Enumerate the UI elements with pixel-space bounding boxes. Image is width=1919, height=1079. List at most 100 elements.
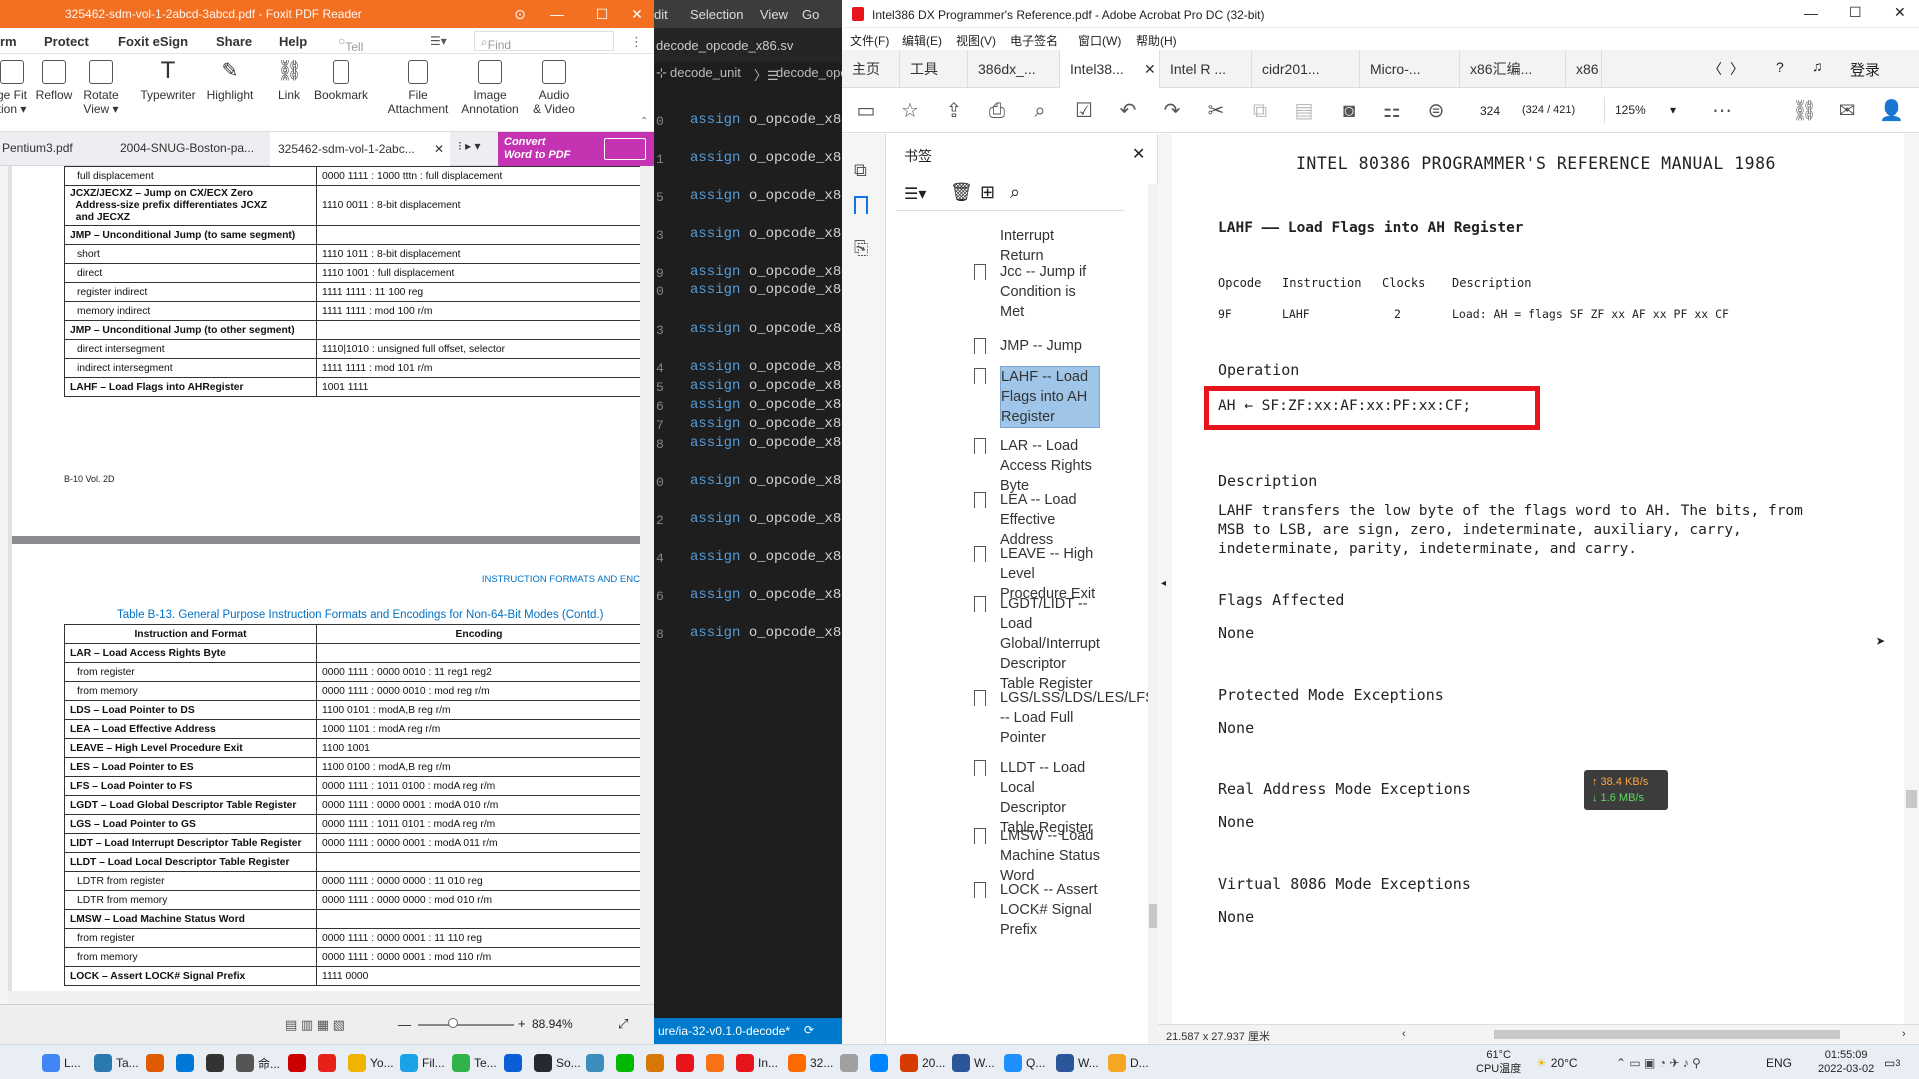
code-line[interactable]: assign o_opcode_x86_ (690, 226, 842, 242)
view-mode-icons[interactable]: ▤ ▥ ▦ ▧ (285, 1017, 345, 1033)
zoom-slider[interactable] (418, 1024, 514, 1026)
print-icon[interactable]: ⎙ (985, 99, 1009, 123)
taskbar-app[interactable] (646, 1053, 668, 1073)
bookmark-panel-icon[interactable] (854, 196, 868, 214)
maximize-icon[interactable]: ☐ (585, 0, 619, 28)
tab-close-icon[interactable]: ✕ (434, 132, 444, 166)
crumb-decode-unit[interactable]: decode_unit (670, 65, 741, 80)
paste-icon[interactable]: ▤ (1292, 99, 1316, 123)
bookmark-item[interactable]: LOCK -- Assert LOCK# Signal Prefix (974, 880, 1100, 940)
bookmark-item[interactable]: JMP -- Jump (974, 336, 1100, 356)
ribbon-image-annotation[interactable]: Image Annotation (455, 60, 525, 116)
vscode-tab[interactable]: decode_opcode_x86.sv (654, 28, 842, 62)
taskbar-app[interactable] (840, 1053, 862, 1073)
tab-next-icon[interactable]: 〉 (1730, 59, 1744, 79)
tab-386dx[interactable]: 386dx_... (968, 50, 1060, 88)
redo-icon[interactable]: ↷ (1160, 99, 1184, 123)
ribbon-typewriter[interactable]: T Typewriter (135, 59, 201, 103)
copy-icon[interactable]: ⧉ (1248, 99, 1272, 123)
bookmark-item[interactable]: LGS/LSS/LDS/LES/LFS -- Load Full Pointer (974, 688, 1155, 748)
fullscreen-icon[interactable]: ⤢ (618, 1016, 628, 1032)
ribbon-file-attachment[interactable]: File Attachment (382, 60, 454, 116)
code-line[interactable]: assign o_opcode_x86_ (690, 587, 842, 603)
convert-word-to-pdf-banner[interactable]: Convert Word to PDF (498, 132, 654, 166)
taskbar-app[interactable]: Q... (1004, 1053, 1045, 1073)
save-icon[interactable]: ▭ (854, 99, 878, 123)
new-bookmark-icon[interactable]: ⊞ (980, 182, 995, 203)
crumb-decode-opcode[interactable]: decode_opc (776, 65, 842, 80)
email-icon[interactable]: ✉ (1835, 99, 1859, 123)
taskbar-app[interactable]: In... (736, 1053, 778, 1073)
hscroll-left-icon[interactable]: ‹ (1402, 1028, 1406, 1040)
code-line[interactable]: assign o_opcode_x86_ (690, 625, 842, 641)
bookmarks-scroll-thumb[interactable] (1149, 904, 1157, 928)
snapshot-icon[interactable]: ◙ (1337, 99, 1361, 123)
document-check-icon[interactable]: ☑ (1072, 99, 1096, 123)
close-panel-icon[interactable]: ✕ (1132, 144, 1145, 164)
code-line[interactable]: assign o_opcode_x86_ (690, 549, 842, 565)
ribbon-reflow[interactable]: Reflow (34, 60, 74, 102)
taskbar-app[interactable]: Te... (452, 1053, 497, 1073)
taskbar-app[interactable] (206, 1053, 228, 1073)
taskbar-app[interactable]: Yo... (348, 1053, 394, 1073)
ribbon-rotate-view[interactable]: Rotate View ▾ (80, 60, 122, 116)
menu-go[interactable]: Go (802, 7, 819, 22)
code-line[interactable]: assign o_opcode_x86_ (690, 416, 842, 432)
clock[interactable]: 01:55:09 2022-03-02 (1818, 1048, 1874, 1075)
menu-view[interactable]: View (760, 7, 788, 22)
star-icon[interactable]: ☆ (898, 99, 922, 123)
compare-icon[interactable]: ⚏ (1380, 99, 1404, 123)
code-line[interactable]: assign o_opcode_x86_ (690, 435, 842, 451)
tab-x86-asm[interactable]: x86汇编... (1460, 50, 1566, 88)
scissors-icon[interactable]: ✂ (1204, 99, 1228, 123)
page-scroll-thumb[interactable] (1906, 790, 1917, 808)
taskbar-app[interactable] (706, 1053, 728, 1073)
maximize-icon[interactable]: ☐ (1849, 4, 1862, 21)
bookmark-item[interactable]: LEA -- Load Effective Address (974, 490, 1100, 550)
share-link-icon[interactable]: ⛓ (1792, 99, 1817, 123)
code-line[interactable]: assign o_opcode_x86_ (690, 473, 842, 489)
bookmark-item[interactable]: Interrupt Return (1000, 226, 1100, 266)
bookmark-options-icon[interactable]: ☰▾ (904, 184, 926, 204)
bookmark-item[interactable]: LAHF -- Load Flags into AH Register (974, 366, 1100, 428)
taskbar-app[interactable]: 命... (236, 1053, 280, 1073)
bookmarks-scrollbar[interactable] (1148, 184, 1158, 1044)
menu-esign[interactable]: 电子签名 (1010, 32, 1058, 49)
taskbar-app[interactable] (616, 1053, 638, 1073)
panel-collapse-rail[interactable]: ◂ (1158, 134, 1172, 1024)
code-line[interactable]: assign o_opcode_x86_ (690, 359, 842, 375)
page-vscrollbar[interactable] (1904, 134, 1919, 1024)
page-hscroll-thumb[interactable] (1494, 1030, 1840, 1039)
zoom-select[interactable]: 125% ▾ (1604, 97, 1680, 123)
notification-center-icon[interactable]: ▭ 3 (1884, 1053, 1900, 1073)
zoom-slider-handle[interactable] (448, 1018, 458, 1028)
menu-help[interactable]: Help (279, 34, 307, 49)
minimize-icon[interactable]: — (1804, 5, 1818, 21)
code-line[interactable]: assign o_opcode_x86_ (690, 397, 842, 413)
code-line[interactable]: assign o_opcode_x86_ (690, 511, 842, 527)
hscroll-right-icon[interactable]: › (1902, 1028, 1906, 1040)
tab-micro[interactable]: Micro-... (1360, 50, 1460, 88)
tab-tools[interactable]: 工具 (900, 50, 968, 88)
taskbar-app[interactable] (504, 1053, 526, 1073)
add-user-icon[interactable]: 👤 (1879, 99, 1904, 123)
more-icon[interactable]: ⋮ (630, 34, 643, 50)
ribbon-highlight[interactable]: ✎ Highlight (203, 60, 257, 102)
taskbar-app[interactable]: Ta... (94, 1053, 139, 1073)
code-line[interactable]: assign o_opcode_x86_ (690, 188, 842, 204)
ribbon-page-fit[interactable]: ge Fit tion ▾ (0, 60, 32, 116)
taskbar-app[interactable] (870, 1053, 892, 1073)
menu-form[interactable]: rm (0, 34, 17, 49)
language-indicator[interactable]: ENG (1766, 1053, 1792, 1073)
code-line[interactable]: assign o_opcode_x86_ (690, 112, 842, 128)
search-options-icon[interactable]: ☰▾ (430, 34, 447, 48)
tab-intel38-active[interactable]: Intel38... ✕ (1060, 50, 1160, 88)
sync-icon[interactable]: ⟳ (804, 1023, 814, 1037)
taskbar-app[interactable] (318, 1053, 340, 1073)
tab-intel-r[interactable]: Intel R ... (1160, 50, 1252, 88)
bookmark-item[interactable]: Jcc -- Jump if Condition is Met (974, 262, 1100, 322)
code-line[interactable]: assign o_opcode_x86_ (690, 264, 842, 280)
tab-pentium3[interactable]: Pentium3.pdf (2, 141, 73, 155)
find-bookmark-icon[interactable]: ⌕ (1010, 182, 1020, 203)
foxit-vscrollbar[interactable] (640, 166, 654, 1004)
